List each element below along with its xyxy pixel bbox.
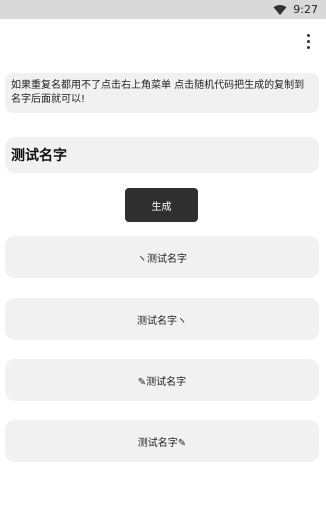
more-vertical-icon[interactable] [300, 30, 316, 52]
wifi-icon [273, 4, 287, 15]
generate-button[interactable]: 生成 [125, 188, 198, 222]
notice-text: 如果重复名都用不了点击右上角菜单 点击随机代码把生成的复制到名字后面就可以! [5, 73, 319, 113]
name-input[interactable] [11, 147, 313, 163]
result-item[interactable]: 测试名字ヽ [5, 298, 319, 340]
status-bar: 9:27 [0, 0, 326, 19]
result-item[interactable]: ✎测试名字 [5, 359, 319, 401]
status-time: 9:27 [293, 3, 318, 16]
status-icons: 9:27 [273, 2, 318, 17]
name-input-container[interactable] [5, 137, 319, 173]
result-item[interactable]: 测试名字✎ [5, 420, 319, 462]
result-item[interactable]: ヽ测试名字 [5, 236, 319, 278]
